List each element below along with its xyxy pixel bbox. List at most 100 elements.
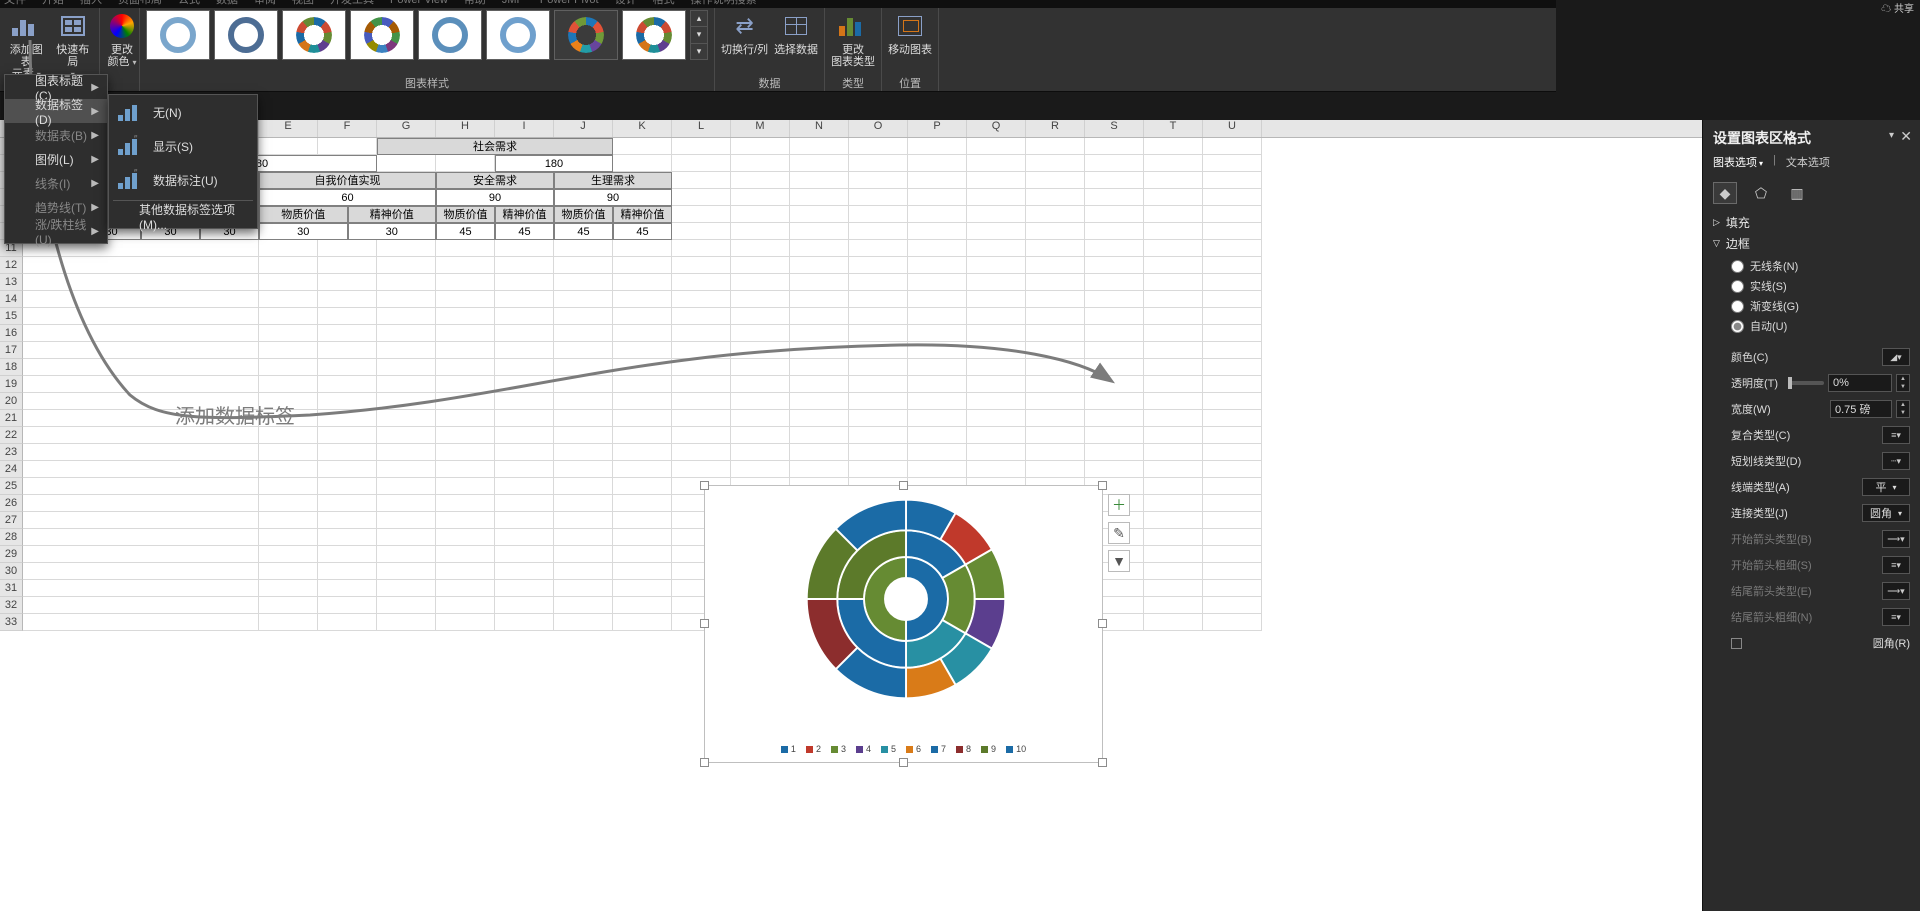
tab-chart-options[interactable]: 图表选项▾ xyxy=(1713,154,1763,174)
style-3[interactable] xyxy=(282,10,346,60)
border-solid-radio[interactable] xyxy=(1731,280,1744,293)
tab-数据[interactable]: 数据 xyxy=(216,0,238,8)
tab-操作说明搜索[interactable]: 操作说明搜索 xyxy=(691,0,757,8)
chart-styles-gallery[interactable]: ▴▾▾ xyxy=(146,10,708,60)
begin-arrow-type: ⟶▾ xyxy=(1882,530,1910,548)
tab-格式[interactable]: 格式 xyxy=(653,0,675,8)
position-group-label: 位置 xyxy=(888,75,932,91)
panel-close-icon[interactable]: ✕ xyxy=(1900,128,1912,145)
section-border[interactable]: ▽边框 xyxy=(1713,235,1910,252)
datalabel-icon: # xyxy=(115,134,145,158)
annotation-label: 添加数据标签 xyxy=(175,400,295,429)
tab-帮助[interactable]: 帮助 xyxy=(464,0,486,8)
tab-插入[interactable]: 插入 xyxy=(80,0,102,8)
data-cell: 30 xyxy=(348,223,437,240)
data-cell: 90 xyxy=(554,189,672,206)
tab-JMP[interactable]: JMP xyxy=(502,0,524,8)
compound-type-picker[interactable]: ≡▾ xyxy=(1882,426,1910,444)
data-cell: 45 xyxy=(554,223,613,240)
datalabel-icon: # xyxy=(115,168,145,192)
tab-设计[interactable]: 设计 xyxy=(615,0,637,8)
worksheet-area[interactable]: DEFGHIJKLMNOPQRSTU 567891011121314151617… xyxy=(0,120,1702,911)
menu-item[interactable]: 数据标签(D)▶ xyxy=(5,99,107,123)
transparency-value[interactable]: 0% xyxy=(1828,374,1892,392)
style-7[interactable] xyxy=(554,10,618,60)
join-type-select[interactable]: 圆角 ▾ xyxy=(1862,504,1910,522)
change-chart-type-button[interactable]: 更改图表类型 xyxy=(831,10,875,68)
border-auto-radio[interactable] xyxy=(1731,320,1744,333)
begin-arrow-size: ≡▾ xyxy=(1882,556,1910,574)
style-6[interactable] xyxy=(486,10,550,60)
datalabel-icon xyxy=(115,100,145,124)
transparency-slider[interactable] xyxy=(1788,381,1824,385)
data-cell: 60 xyxy=(259,189,436,206)
tab-文件[interactable]: 文件 xyxy=(4,0,26,8)
width-value[interactable]: 0.75 磅 xyxy=(1830,400,1892,418)
menu-item[interactable]: 图例(L)▶ xyxy=(5,147,107,171)
quick-layout-button[interactable]: 快速布局▾ xyxy=(53,10,94,81)
data-cell: 90 xyxy=(436,189,554,206)
panel-popout-icon[interactable]: ▾ xyxy=(1889,130,1894,141)
data-cell: 物质价值 xyxy=(436,206,495,223)
type-group-label: 类型 xyxy=(831,75,875,91)
chart-plus-button[interactable]: ＋ xyxy=(1108,494,1130,516)
menu-tab-strip: 文件 开始 插入 页面布局 公式 数据 审阅 视图 开发工具 Power View 帮助 JMP Pow… xyxy=(0,0,1556,8)
select-data-button[interactable]: 选择数据 xyxy=(774,10,818,56)
data-cell: 45 xyxy=(613,223,672,240)
border-gradient-radio[interactable] xyxy=(1731,300,1744,313)
ribbon: 添加图表元素 ▾ 快速布局▾ 更改颜色 ▾ xyxy=(0,8,1556,92)
effects-icon[interactable]: ⬠ xyxy=(1749,182,1773,204)
tab-审阅[interactable]: 审阅 xyxy=(254,0,276,8)
rounded-corners-check[interactable] xyxy=(1731,638,1742,649)
tab-Power View[interactable]: Power View xyxy=(390,0,448,8)
style-2[interactable] xyxy=(214,10,278,60)
data-cell: 物质价值 xyxy=(259,206,348,223)
move-chart-button[interactable]: 移动图表 xyxy=(888,10,932,56)
chart-filter-button[interactable]: ▼ xyxy=(1108,550,1130,572)
border-none-radio[interactable] xyxy=(1731,260,1744,273)
switch-row-col-button[interactable]: ⇄ 切换行/列 xyxy=(721,10,768,56)
menu-item: 线条(I)▶ xyxy=(5,171,107,195)
chart-element-menu: 图表标题(C)▶数据标签(D)▶数据表(B)▶图例(L)▶线条(I)▶趋势线(T… xyxy=(4,74,108,244)
gallery-scroll[interactable]: ▴▾▾ xyxy=(690,10,708,60)
chart-legend: 12345678910 xyxy=(705,744,1102,754)
submenu-item[interactable]: #显示(S) xyxy=(109,129,257,163)
color-picker[interactable]: ◢▾ xyxy=(1882,348,1910,366)
chart-brush-button[interactable]: ✎ xyxy=(1108,522,1130,544)
style-4[interactable] xyxy=(350,10,414,60)
tab-开发工具[interactable]: 开发工具 xyxy=(330,0,374,8)
styles-group-label: 图表样式 xyxy=(146,75,708,91)
size-props-icon[interactable]: ▥ xyxy=(1785,182,1809,204)
submenu-item[interactable]: #数据标注(U) xyxy=(109,163,257,197)
quick-layout-icon xyxy=(57,10,89,42)
style-5[interactable] xyxy=(418,10,482,60)
menu-item: 涨/跌柱线(U)▶ xyxy=(5,219,107,243)
add-chart-element-button[interactable]: 添加图表元素 ▾ xyxy=(6,10,47,81)
tab-公式[interactable]: 公式 xyxy=(178,0,200,8)
style-1[interactable] xyxy=(146,10,210,60)
fill-line-icon[interactable]: ◆ xyxy=(1713,182,1737,204)
data-cell: 安全需求 xyxy=(436,172,554,189)
change-colors-button[interactable]: 更改颜色 ▾ xyxy=(106,10,138,69)
data-cell: 180 xyxy=(495,155,613,172)
tab-视图[interactable]: 视图 xyxy=(292,0,314,8)
tab-页面布局[interactable]: 页面布局 xyxy=(118,0,162,8)
section-fill[interactable]: ▷填充 xyxy=(1713,214,1910,231)
dash-type-picker[interactable]: ┄▾ xyxy=(1882,452,1910,470)
width-spinner[interactable]: ▲▼ xyxy=(1896,400,1910,418)
tab-text-options[interactable]: 文本选项 xyxy=(1786,154,1830,174)
share-button[interactable]: ☁ 共享 xyxy=(1881,0,1914,15)
tab-开始[interactable]: 开始 xyxy=(42,0,64,8)
tab-Power Pivot[interactable]: Power Pivot xyxy=(540,0,599,8)
style-8[interactable] xyxy=(622,10,686,60)
chart-object[interactable]: 12345678910 ＋ ✎ ▼ xyxy=(704,485,1103,763)
format-chart-area-panel: ▾ ✕ 设置图表区格式 图表选项▾ | 文本选项 ◆ ⬠ ▥ ▷填充 ▽边框 无… xyxy=(1702,120,1920,911)
data-cell: 生理需求 xyxy=(554,172,672,189)
data-labels-submenu: 无(N)#显示(S)#数据标注(U) 其他数据标签选项(M)... xyxy=(108,94,258,229)
submenu-more-options[interactable]: 其他数据标签选项(M)... xyxy=(109,204,257,228)
cap-type-select[interactable]: 平 ▾ xyxy=(1862,478,1910,496)
submenu-item[interactable]: 无(N) xyxy=(109,95,257,129)
data-cell: 社会需求 xyxy=(377,138,613,155)
transparency-spinner[interactable]: ▲▼ xyxy=(1896,374,1910,392)
data-cell: 45 xyxy=(495,223,554,240)
